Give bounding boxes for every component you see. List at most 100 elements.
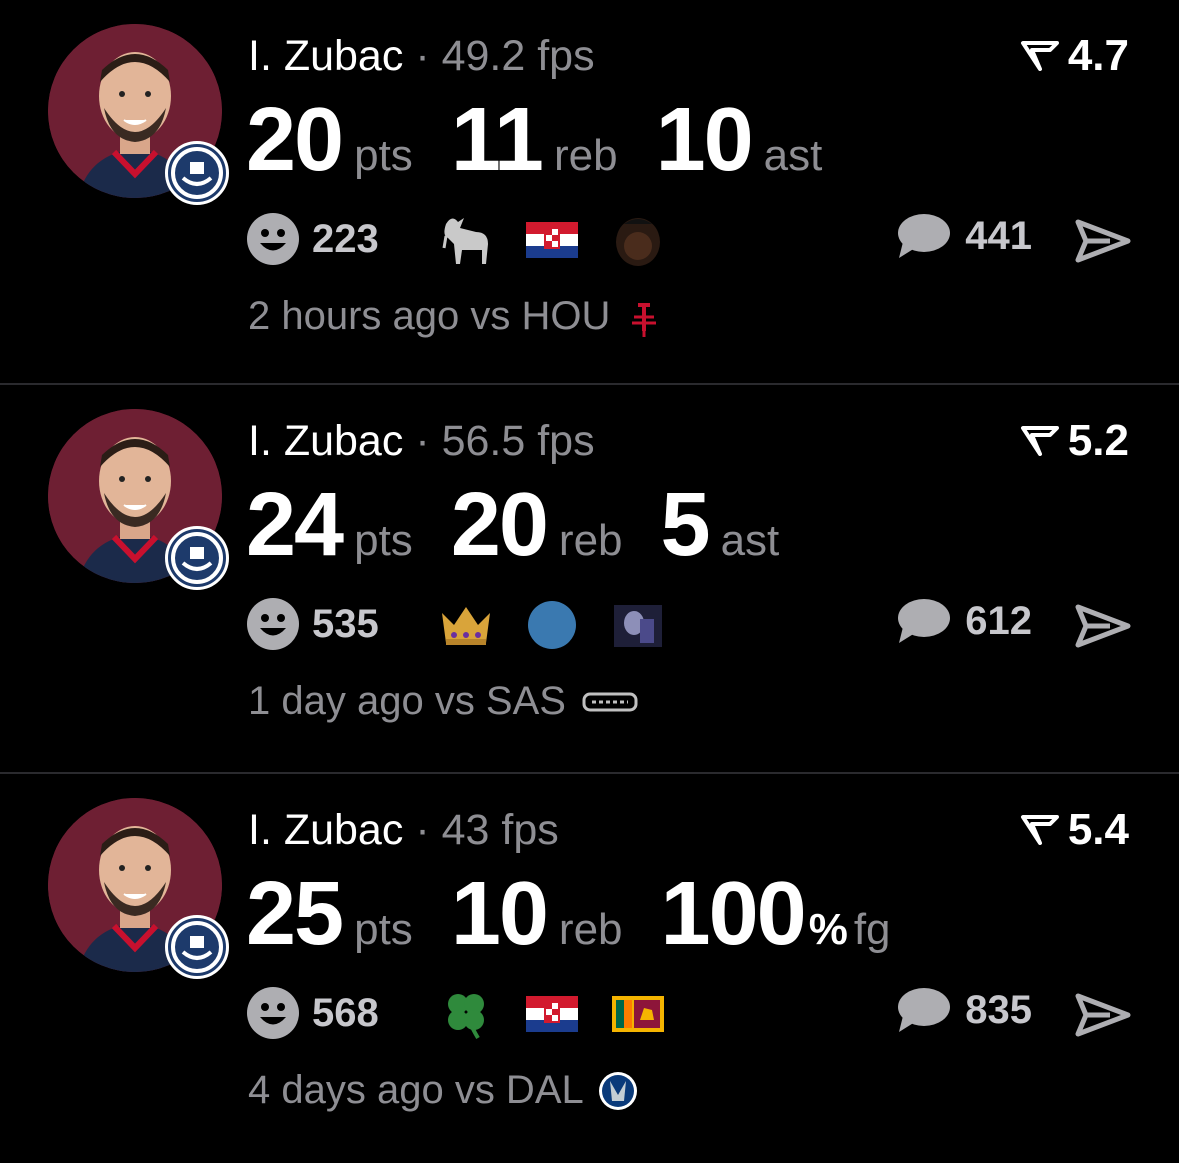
vote-triangle-icon [1020,426,1059,456]
comment-count: 441 [965,213,1032,258]
stat-field-goal-pct: 100 % fg [661,866,891,962]
rockets-logo-icon [632,302,657,337]
reaction-count: 568 [312,990,379,1035]
stat-value: 20 [450,475,549,575]
rating-badge[interactable]: 5.4 [1020,806,1129,854]
reaction-count: 223 [312,216,379,261]
rating-badge[interactable]: 5.2 [1020,417,1129,465]
stat-unit: pts [354,516,413,565]
reactions-button[interactable]: 568 [246,986,379,1040]
four-leaf-clover-icon[interactable] [438,988,494,1040]
speech-bubble-icon [898,214,951,258]
stat-points: 20 pts [246,92,413,188]
time-and-opponent: 1 day ago vs SAS [248,679,566,723]
game-meta: 1 day ago vs SAS [248,679,640,724]
smiley-icon [247,987,299,1039]
stat-value: 24 [246,475,344,575]
player-avatar[interactable] [48,798,229,979]
game-feed: I. Zubac · 49.2 fps 4.7 20 pts 11 reb 10… [0,0,1179,1161]
stat-unit: fg [853,905,891,954]
player-avatar[interactable] [48,24,229,205]
croatia-flag-icon[interactable] [524,214,580,266]
player-name[interactable]: I. Zubac [248,806,403,854]
comments-button[interactable]: 612 [895,597,1032,645]
post-header: I. Zubac · 56.5 fps [248,415,595,467]
stat-value: 11 [450,90,544,190]
clippers-badge-icon [165,915,229,979]
game-card[interactable]: I. Zubac · 56.5 fps 5.2 24 pts 20 reb 5 … [0,383,1179,772]
separator-dot: · [415,806,430,854]
crown-icon[interactable] [438,599,494,651]
spurs-logo-icon [582,692,638,711]
clippers-badge-icon [165,526,229,590]
stat-points: 25 pts [246,866,413,962]
comments-button[interactable]: 835 [895,986,1032,1034]
separator-dot: · [415,32,430,80]
stat-rebounds: 20 reb [451,477,623,573]
player-name[interactable]: I. Zubac [248,32,403,80]
rating-value: 4.7 [1067,31,1129,80]
reactions-button[interactable]: 535 [246,597,379,651]
fantasy-points: 43 fps [441,806,559,854]
game-card[interactable]: I. Zubac · 43 fps 5.4 25 pts 10 reb 100 … [0,772,1179,1161]
stat-rebounds: 11 reb [451,92,618,188]
social-row: 568 835 [246,986,1132,1046]
separator-dot: · [415,417,430,465]
player-name[interactable]: I. Zubac [248,417,403,465]
social-row: 535 612 [246,597,1132,657]
toy-story-meme-icon[interactable] [610,599,666,651]
stat-points: 24 pts [246,477,413,573]
smiley-icon [247,598,299,650]
stat-unit: reb [553,131,618,180]
reaction-count: 535 [312,601,379,646]
stat-percent-sign: % [808,905,848,954]
stat-value: 20 [246,90,344,190]
time-and-opponent: 2 hours ago vs HOU [248,294,611,338]
stat-value: 10 [655,90,754,190]
post-header: I. Zubac · 43 fps [248,804,559,856]
player-meme-icon[interactable] [610,214,666,266]
vote-triangle-icon [1020,815,1059,845]
game-meta: 4 days ago vs DAL [248,1068,638,1113]
blue-circle-icon[interactable] [524,599,580,651]
stat-value: 5 [660,475,711,575]
speech-bubble-icon [898,599,951,643]
stat-unit: ast [720,516,780,565]
comment-count: 835 [965,987,1032,1032]
stat-unit: reb [558,516,623,565]
post-header: I. Zubac · 49.2 fps [248,30,595,82]
stat-value: 10 [450,864,549,964]
stat-assists: 10 ast [656,92,823,188]
clippers-badge-icon [165,141,229,205]
stat-value: 100 [660,864,807,964]
stat-line: 20 pts 11 reb 10 ast [246,92,860,188]
comments-button[interactable]: 441 [895,212,1032,260]
comment-count: 612 [965,598,1032,643]
rating-badge[interactable]: 4.7 [1020,32,1129,80]
game-card[interactable]: I. Zubac · 49.2 fps 4.7 20 pts 11 reb 10… [0,0,1179,383]
stat-unit: reb [558,905,623,954]
time-and-opponent: 4 days ago vs DAL [248,1068,584,1112]
stat-unit: pts [354,905,413,954]
stat-rebounds: 10 reb [451,866,623,962]
share-icon[interactable] [1074,601,1132,651]
croatia-flag-icon[interactable] [524,988,580,1040]
fantasy-points: 56.5 fps [441,417,595,465]
rating-value: 5.4 [1067,805,1129,854]
sri-lanka-flag-icon[interactable] [610,988,666,1040]
speech-bubble-icon [898,988,951,1032]
stat-assists: 5 ast [661,477,780,573]
share-icon[interactable] [1074,990,1132,1040]
fantasy-points: 49.2 fps [441,32,595,80]
reactions-button[interactable]: 223 [246,212,379,266]
player-avatar[interactable] [48,409,229,590]
stat-line: 25 pts 10 reb 100 % fg [246,866,929,962]
stat-unit: pts [354,131,413,180]
goat-icon[interactable] [438,214,494,266]
mavericks-logo-icon [598,1071,637,1110]
game-meta: 2 hours ago vs HOU [248,294,664,339]
stat-unit: ast [763,131,823,180]
rating-value: 5.2 [1067,416,1129,465]
social-row: 223 441 [246,212,1132,272]
share-icon[interactable] [1074,216,1132,266]
